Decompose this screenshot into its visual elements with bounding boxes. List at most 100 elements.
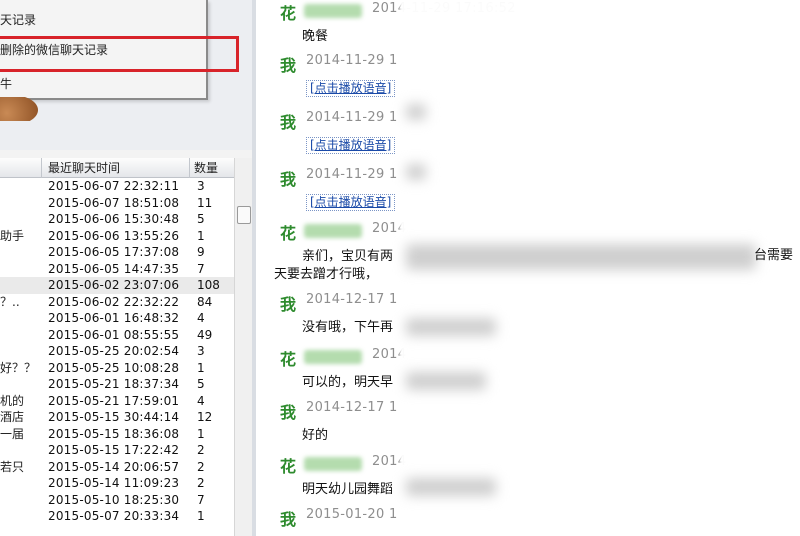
- last-chat-time: 2015-05-15 18:36:08: [48, 426, 180, 441]
- table-row[interactable]: 2015-06-02 23:07:06 108: [0, 277, 234, 294]
- message-count: 49: [197, 327, 213, 342]
- message-count: 7: [197, 261, 205, 276]
- sender-name-redacted: [304, 457, 362, 471]
- table-row[interactable]: 2015-06-05 17:37:08 9: [0, 244, 234, 261]
- message-text: 没有哦，下午再: [302, 320, 394, 335]
- last-chat-time: 2015-05-21 18:37:34: [48, 377, 180, 391]
- play-voice-link[interactable]: [点击播放语音]: [306, 137, 396, 154]
- message-text-continued: 天要去蹭才行哦，: [274, 267, 379, 282]
- contact-name: 酒店: [0, 410, 25, 424]
- menu-item-partial-bottom[interactable]: 牛: [0, 74, 12, 94]
- message-sender: 我: [280, 510, 297, 529]
- last-chat-time: 2015-05-15 30:44:14: [48, 410, 180, 424]
- message-sender: 我: [280, 295, 297, 314]
- contact-name: 助手: [0, 228, 25, 243]
- last-chat-time: 2015-05-25 10:08:28: [48, 360, 180, 375]
- message-text: 好的: [302, 428, 329, 443]
- message-sender: 我: [280, 170, 297, 189]
- contact-pane: 天记录 删除的微信聊天记录 牛 最近聊天时间 数量 2015-06-07 22:…: [0, 0, 256, 536]
- message-sender: 花: [280, 224, 297, 243]
- play-voice-link[interactable]: [点击播放语音]: [306, 80, 396, 97]
- scrollbar-thumb[interactable]: [237, 206, 251, 224]
- message-count: 11: [197, 195, 213, 210]
- redacted-text-smudge: [406, 478, 496, 496]
- message-count: 5: [197, 377, 205, 391]
- table-row[interactable]: 2015-06-06 15:30:48 5: [0, 211, 234, 228]
- table-row[interactable]: 好？？ 2015-05-25 10:08:28 1: [0, 360, 234, 377]
- table-row[interactable]: 一届 2015-05-15 18:36:08 1: [0, 426, 234, 443]
- last-chat-time: 2015-06-07 18:51:08: [48, 195, 180, 210]
- message-count: 1: [197, 426, 205, 441]
- message-text-clipped: 台需要: [754, 248, 794, 263]
- last-chat-time: 2015-06-05 17:37:08: [48, 245, 180, 259]
- contact-name: 机的: [0, 393, 25, 408]
- table-row[interactable]: 2015-06-05 14:47:35 7: [0, 261, 234, 278]
- redacted-text-smudge: [406, 372, 486, 390]
- avatar: [0, 97, 38, 121]
- table-row[interactable]: 2015-05-25 20:02:54 3: [0, 343, 234, 360]
- table-row[interactable]: ？.. 2015-06-02 22:32:22 84: [0, 294, 234, 311]
- sender-name-redacted: [304, 224, 362, 238]
- message-count: 9: [197, 245, 205, 259]
- message-count: 2: [197, 476, 205, 490]
- last-chat-time: 2015-05-10 18:25:30: [48, 492, 180, 507]
- highlight-annotation-box: [0, 36, 239, 72]
- message-sender: 花: [280, 457, 297, 476]
- table-row[interactable]: 2015-05-21 18:37:34 5: [0, 376, 234, 393]
- table-row[interactable]: 助手 2015-06-06 13:55:26 1: [0, 228, 234, 245]
- table-row[interactable]: 2015-06-01 16:48:32 4: [0, 310, 234, 327]
- table-row[interactable]: 2015-06-07 22:32:11 3: [0, 178, 234, 195]
- message-text: 亲们，宝贝有两: [302, 249, 394, 264]
- message-count: 7: [197, 492, 205, 507]
- message-sender: 我: [280, 113, 297, 132]
- redacted-text-smudge: [406, 318, 496, 336]
- table-row[interactable]: 2015-05-07 20:33:34 1: [0, 508, 234, 525]
- table-row[interactable]: 机的 2015-05-21 17:59:01 4: [0, 393, 234, 410]
- menu-item-export-chat[interactable]: 天记录: [0, 10, 36, 30]
- message-count: 5: [197, 212, 205, 226]
- contact-name: 一届: [0, 426, 25, 441]
- contact-name: 若只: [0, 459, 25, 474]
- message-count: 2: [197, 443, 205, 457]
- table-row[interactable]: 酒店 2015-05-15 30:44:14 12: [0, 409, 234, 426]
- message-text: 明天幼儿园舞蹈: [302, 482, 394, 497]
- message-sender: 花: [280, 4, 297, 23]
- contact-name: ？..: [0, 294, 20, 309]
- contact-name: 好？？: [0, 360, 37, 375]
- table-row[interactable]: 2015-06-07 18:51:08 11: [0, 195, 234, 212]
- table-row[interactable]: 2015-05-14 11:09:23 2: [0, 475, 234, 492]
- table-row[interactable]: 2015-06-01 08:55:55 49: [0, 327, 234, 344]
- sender-name-redacted: [304, 4, 362, 18]
- message-count: 108: [197, 278, 220, 292]
- message-count: 12: [197, 410, 213, 424]
- message-sender: 我: [280, 403, 297, 422]
- last-chat-time: 2015-05-14 11:09:23: [48, 476, 180, 490]
- column-header-name[interactable]: [0, 158, 42, 178]
- last-chat-time: 2015-06-06 13:55:26: [48, 228, 180, 243]
- column-header-count[interactable]: 数量: [190, 158, 234, 178]
- table-scrollbar[interactable]: [234, 158, 252, 536]
- last-chat-time: 2015-06-02 22:32:22: [48, 294, 180, 309]
- message-count: 84: [197, 294, 213, 309]
- last-chat-time: 2015-06-02 23:07:06: [48, 278, 180, 292]
- contact-table: 最近聊天时间 数量 2015-06-07 22:32:11 3 2015-06-07…: [0, 158, 234, 536]
- last-chat-time: 2015-05-07 20:33:34: [48, 509, 180, 523]
- message-timestamp: 2014-12-17 1: [306, 400, 398, 415]
- account-area: 天记录 删除的微信聊天记录 牛: [0, 0, 256, 150]
- message-text: 可以的，明天早: [302, 375, 394, 390]
- play-voice-link[interactable]: [点击播放语音]: [306, 194, 396, 211]
- last-chat-time: 2015-05-15 17:22:42: [48, 443, 180, 457]
- table-row[interactable]: 若只 2015-05-14 20:06:57 2: [0, 459, 234, 476]
- message-count: 3: [197, 344, 205, 358]
- table-rows: 2015-06-07 22:32:11 3 2015-06-07 18:51:08 1…: [0, 178, 234, 525]
- message-count: 3: [197, 179, 205, 193]
- column-header-last-chat-time[interactable]: 最近聊天时间: [42, 158, 190, 178]
- message-count: 1: [197, 360, 205, 375]
- message-sender: 我: [280, 56, 297, 75]
- chat-history-pane: 花2014-11-29 17:16:52晚餐我2014-11-29 1[点击播放…: [256, 0, 800, 536]
- last-chat-time: 2015-05-21 17:59:01: [48, 393, 180, 408]
- table-row[interactable]: 2015-05-10 18:25:30 7: [0, 492, 234, 509]
- last-chat-time: 2015-06-01 16:48:32: [48, 311, 180, 325]
- message-timestamp: 2014-11-29 1: [306, 53, 398, 68]
- table-row[interactable]: 2015-05-15 17:22:42 2: [0, 442, 234, 459]
